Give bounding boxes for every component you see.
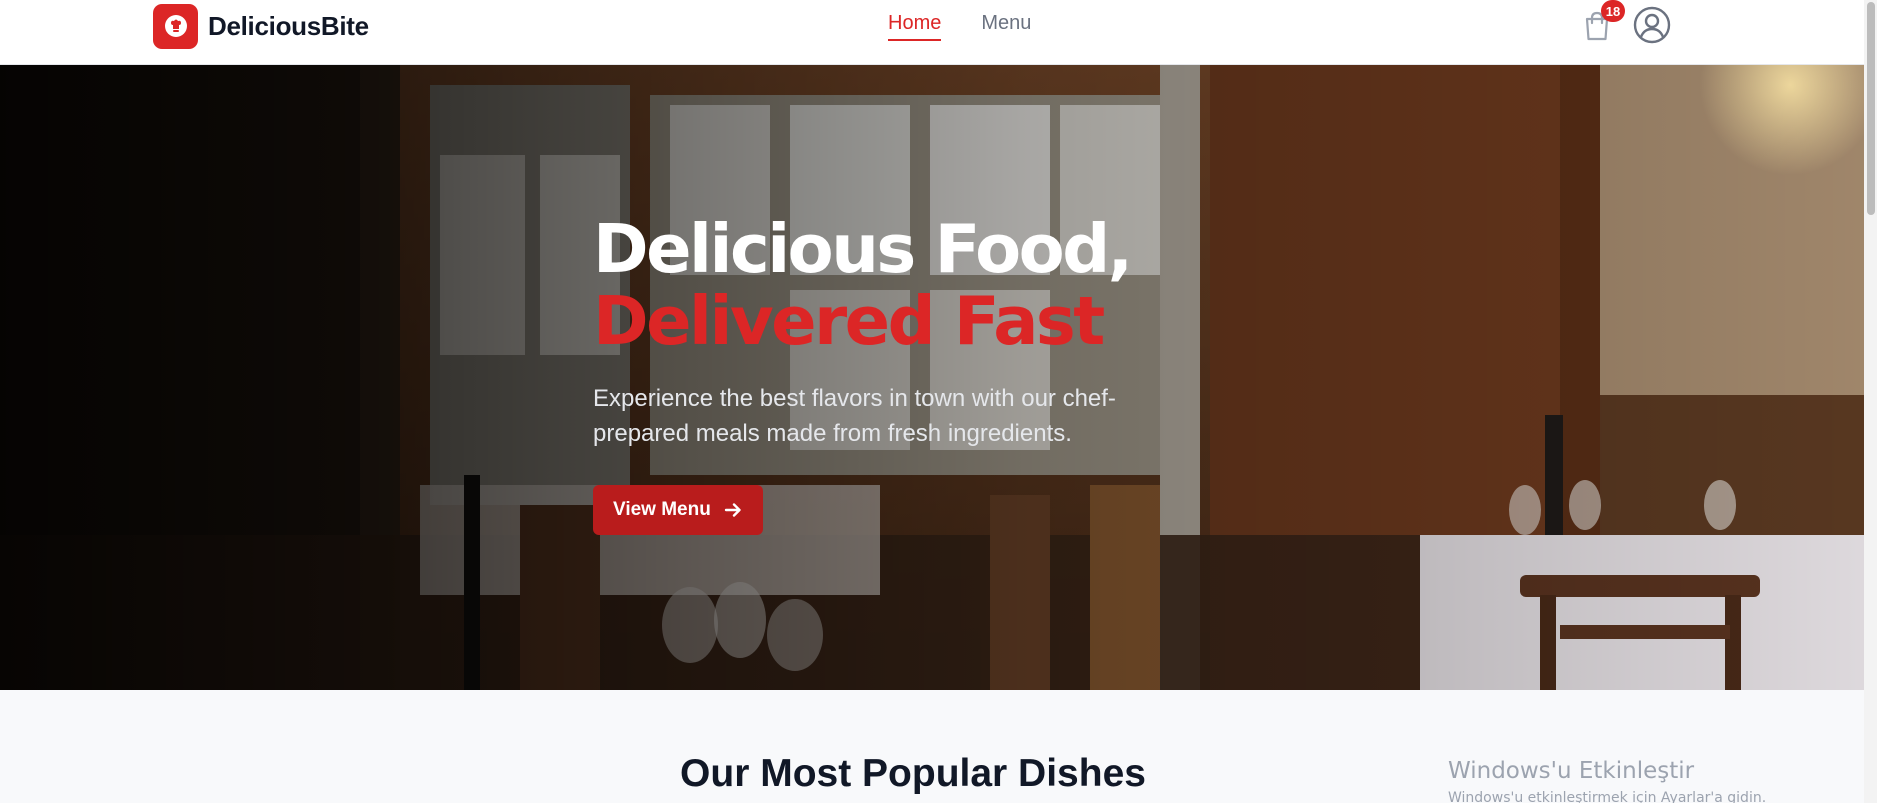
- nav-link-home[interactable]: Home: [888, 12, 942, 41]
- user-circle-icon: [1633, 6, 1671, 44]
- watermark-subtitle: Windows'u etkinleştirmek için Ayarlar'a …: [1448, 790, 1767, 803]
- hero-title-line2: Delivered Fast: [593, 282, 1105, 360]
- chef-hat-icon: [153, 3, 198, 49]
- main-nav: Home Menu: [888, 12, 1031, 41]
- cart-count-badge: 18: [1601, 0, 1625, 22]
- hero-subtitle: Experience the best flavors in town with…: [593, 385, 1116, 447]
- hero-section: Delicious Food, Delivered Fast Experienc…: [0, 65, 1864, 690]
- site-header: DeliciousBite Home Menu 18: [0, 0, 1864, 65]
- view-menu-button[interactable]: View Menu: [593, 485, 763, 535]
- user-account-button[interactable]: [1633, 6, 1671, 44]
- brand-logo-link[interactable]: DeliciousBite: [153, 3, 369, 49]
- hero-content: Delicious Food, Delivered Fast Experienc…: [593, 213, 1193, 535]
- watermark-title: Windows'u Etkinleştir: [1448, 758, 1695, 784]
- arrow-right-icon: [724, 503, 741, 517]
- windows-activation-watermark: Windows'u Etkinleştir Windows'u etkinleş…: [1448, 758, 1766, 803]
- hero-title-line1: Delicious Food,: [593, 210, 1133, 288]
- scrollbar-thumb[interactable]: [1867, 2, 1875, 215]
- cart-button[interactable]: 18: [1582, 0, 1625, 42]
- brand-name: DeliciousBite: [208, 10, 369, 41]
- nav-link-menu[interactable]: Menu: [981, 12, 1031, 41]
- hero-title: Delicious Food, Delivered Fast: [593, 213, 1193, 357]
- view-menu-label: View Menu: [613, 499, 711, 520]
- page-scrollbar[interactable]: [1864, 0, 1877, 803]
